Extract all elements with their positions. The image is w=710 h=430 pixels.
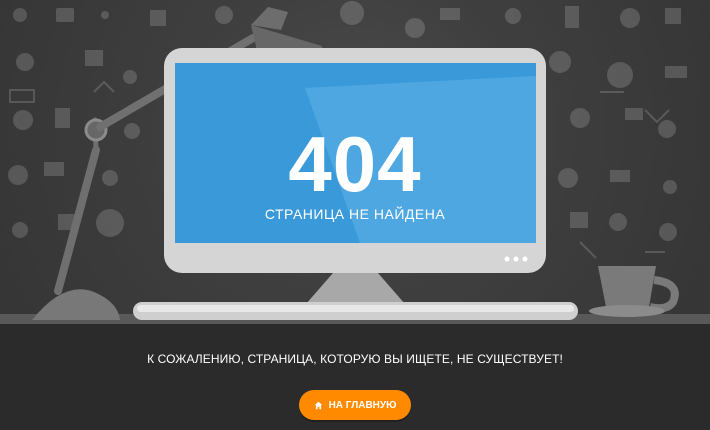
- keyboard: [133, 302, 578, 320]
- coffee-cup: [589, 266, 679, 317]
- monitor-screen-text: 404 СТРАНИЦА НЕ НАЙДЕНА: [175, 63, 535, 243]
- error-message: К СОЖАЛЕНИЮ, СТРАНИЦА, КОТОРУЮ ВЫ ИЩЕТЕ,…: [147, 352, 563, 366]
- error-page: 404 СТРАНИЦА НЕ НАЙДЕНА К СОЖАЛЕНИЮ, СТР…: [0, 0, 710, 430]
- error-code: 404: [288, 120, 422, 208]
- home-button[interactable]: НА ГЛАВНУЮ: [299, 390, 411, 420]
- home-icon: [314, 401, 323, 410]
- hero-illustration: 404 СТРАНИЦА НЕ НАЙДЕНА: [0, 0, 710, 324]
- home-button-label: НА ГЛАВНУЮ: [328, 399, 397, 411]
- error-subtitle: СТРАНИЦА НЕ НАЙДЕНА: [264, 206, 446, 222]
